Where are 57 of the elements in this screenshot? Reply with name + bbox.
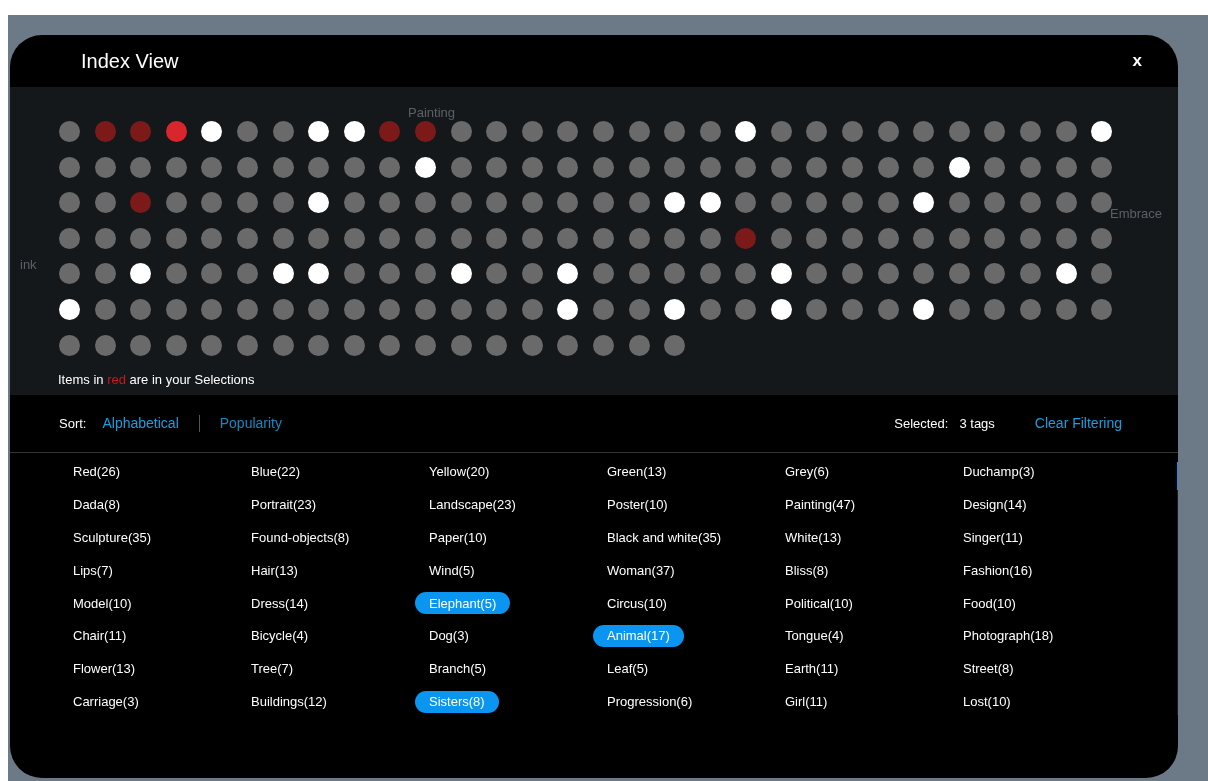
tag-item[interactable]: Hair(13) <box>237 559 312 582</box>
tag-item[interactable]: Red(26) <box>59 461 134 483</box>
tag-item[interactable]: Yellow(20) <box>415 461 504 483</box>
tag-item[interactable]: Earth(11) <box>771 657 853 680</box>
legend-text: Items in red are in your Selections <box>58 370 256 389</box>
tag-item[interactable]: Duchamp(3) <box>949 461 1049 483</box>
tag-item[interactable]: Fashion(16) <box>949 559 1047 582</box>
tag-item[interactable]: Wind(5) <box>415 559 489 582</box>
background-label: Embrace <box>1110 205 1163 223</box>
tag-item[interactable]: Dress(14) <box>237 592 323 615</box>
tag-item[interactable]: Paper(10) <box>415 526 501 549</box>
tag-item[interactable]: Landscape(23) <box>415 493 530 516</box>
sort-option[interactable]: Popularity <box>219 413 282 434</box>
tag-item[interactable]: Bicycle(4) <box>237 625 323 648</box>
tag-item[interactable]: Lost(10) <box>949 690 1025 713</box>
tag-item[interactable]: Portrait(23) <box>237 493 331 516</box>
background-label: ink <box>20 256 37 274</box>
sort-option[interactable]: Alphabetical <box>102 413 179 434</box>
tag-item[interactable]: White(13) <box>771 526 856 549</box>
tag-item[interactable]: Buildings(12) <box>237 690 341 713</box>
tag-item[interactable]: Blue(22) <box>237 461 315 483</box>
tag-item[interactable]: Tongue(4) <box>771 625 858 648</box>
tag-item[interactable]: Flower(13) <box>59 657 150 680</box>
clear-filtering-link[interactable]: Clear Filtering <box>1034 413 1122 434</box>
tag-item[interactable]: Found-objects(8) <box>237 526 364 549</box>
tag-item[interactable]: Poster(10) <box>593 493 682 516</box>
tag-item[interactable]: Street(8) <box>949 657 1028 680</box>
tag-item[interactable]: Sculpture(35) <box>59 526 166 549</box>
tag-item[interactable]: Food(10) <box>949 592 1030 615</box>
tag-item[interactable]: Woman(37) <box>593 559 689 582</box>
tag-item[interactable]: Design(14) <box>949 493 1041 516</box>
selected-label: Selected: <box>894 414 949 433</box>
tag-item[interactable]: Dada(8) <box>59 493 134 516</box>
tag-item[interactable]: Progression(6) <box>593 690 707 713</box>
tag-item[interactable]: Tree(7) <box>237 657 308 680</box>
close-button[interactable]: x <box>1128 48 1146 74</box>
tag-item[interactable]: Circus(10) <box>593 592 681 615</box>
background-label: Painting <box>408 104 455 122</box>
tag-item[interactable]: Dog(3) <box>415 625 483 648</box>
tag-item[interactable]: Bliss(8) <box>771 559 843 582</box>
tag-item[interactable]: Singer(11) <box>949 526 1037 549</box>
tag-item[interactable]: Grey(6) <box>771 461 844 483</box>
tag-item[interactable]: Girl(11) <box>771 690 842 713</box>
tag-item[interactable]: Chair(11) <box>59 625 141 648</box>
tag-item[interactable]: Model(10) <box>59 592 146 615</box>
tag-item[interactable]: Carriage(3) <box>59 690 153 713</box>
tag-item[interactable]: Photograph(18) <box>949 625 1068 648</box>
tag-item[interactable]: Political(10) <box>771 592 867 615</box>
sort-label: Sort: <box>59 414 87 433</box>
tag-item[interactable]: Branch(5) <box>415 657 501 680</box>
selected-count: 3 tags <box>959 414 995 433</box>
window-title: Index View <box>81 49 179 74</box>
tag-item[interactable]: Black and white(35) <box>593 526 736 549</box>
tag-item[interactable]: Green(13) <box>593 461 681 483</box>
tag-item[interactable]: Painting(47) <box>771 493 870 516</box>
tag-item[interactable]: Lips(7) <box>59 559 127 582</box>
tag-item[interactable]: Leaf(5) <box>593 657 663 680</box>
